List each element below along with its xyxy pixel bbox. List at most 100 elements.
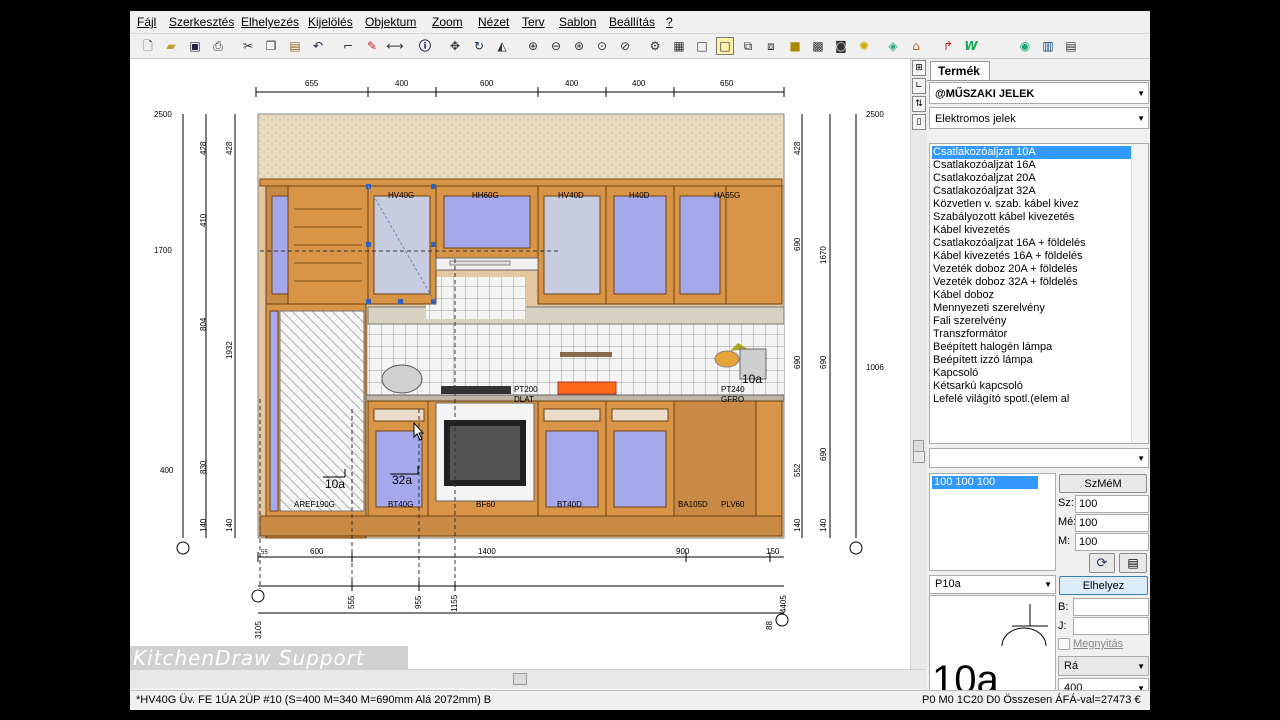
zoom-window-icon[interactable]: ⊛ bbox=[570, 37, 588, 55]
zoom-in-icon[interactable]: ⊕ bbox=[524, 37, 542, 55]
plan-view-icon[interactable]: □ bbox=[693, 37, 711, 55]
b-input[interactable] bbox=[1073, 598, 1149, 616]
product-list[interactable]: Csatlakozóaljzat 10A Csatlakozóaljzat 16A… bbox=[929, 143, 1149, 444]
height-input[interactable]: 100 bbox=[1075, 533, 1149, 551]
subcategory-dropdown[interactable]: Elektromos jelek ▼ bbox=[929, 107, 1149, 129]
socket-symbol-10a[interactable]: 10a bbox=[325, 477, 345, 491]
product-list-item[interactable]: Beépített halogén lámpa bbox=[932, 341, 1052, 354]
info-icon[interactable]: ⓘ bbox=[416, 37, 434, 55]
menu-view[interactable]: Nézet bbox=[478, 15, 509, 29]
vertical-scrollbar[interactable] bbox=[910, 59, 927, 669]
j-input[interactable] bbox=[1073, 617, 1149, 635]
product-list-item[interactable]: Vezeték doboz 20A + földelés bbox=[932, 263, 1078, 276]
settings-icon[interactable]: ⚙ bbox=[646, 37, 664, 55]
product-list-item[interactable]: Szabályozott kábel kivezetés bbox=[932, 211, 1074, 224]
new-file-icon[interactable]: 🗋 bbox=[139, 37, 157, 55]
grid-tool-icon[interactable]: ⊞ bbox=[912, 60, 926, 76]
menu-placement[interactable]: Elhelyezés bbox=[241, 15, 299, 29]
menu-settings[interactable]: Beállítás bbox=[609, 15, 655, 29]
box-icon[interactable]: ⧈ bbox=[762, 37, 780, 55]
product-list-item[interactable]: Csatlakozóaljzat 16A bbox=[932, 159, 1036, 172]
horizontal-scrollbar[interactable] bbox=[130, 669, 926, 688]
rotate-icon[interactable]: ↻ bbox=[470, 37, 488, 55]
product-list-item[interactable]: Transzformátor bbox=[932, 328, 1007, 341]
export-icon[interactable]: ↱ bbox=[939, 37, 957, 55]
mount-dropdown[interactable]: Rá ▼ bbox=[1058, 656, 1149, 676]
zoom-all-icon[interactable]: ⊙ bbox=[593, 37, 611, 55]
drawing-canvas[interactable]: HV40G HH60G HV40D H40D HA65G PT200 DLAT … bbox=[130, 59, 910, 669]
menu-template[interactable]: Sablon bbox=[559, 15, 596, 29]
secondary-dropdown[interactable]: ▼ bbox=[929, 448, 1149, 468]
align-tool-icon[interactable]: ⇅ bbox=[912, 96, 926, 112]
product-list-item[interactable]: Kábel kivezetés bbox=[932, 224, 1010, 237]
product-list-item[interactable]: Mennyezeti szerelvény bbox=[932, 302, 1045, 315]
dimension-icon[interactable]: ⟷ bbox=[386, 37, 404, 55]
category-dropdown[interactable]: @MŰSZAKI JELEK ▼ bbox=[929, 82, 1149, 104]
texture-icon[interactable]: ◈ bbox=[884, 37, 902, 55]
properties-icon[interactable]: ▤ bbox=[1119, 553, 1147, 573]
product-list-item[interactable]: Kábel doboz bbox=[932, 289, 994, 302]
mirror-icon[interactable]: ◭ bbox=[493, 37, 511, 55]
depth-input[interactable]: 100 bbox=[1075, 514, 1149, 532]
list-scrollbar[interactable] bbox=[1131, 144, 1148, 443]
product-list-item[interactable]: Közvetlen v. szab. kábel kivez bbox=[932, 198, 1079, 211]
width-input[interactable]: 100 bbox=[1075, 495, 1149, 513]
open-folder-icon[interactable]: ▰ bbox=[162, 37, 180, 55]
product-list-item[interactable]: Fali szerelvény bbox=[932, 315, 1006, 328]
panel-handle[interactable] bbox=[913, 451, 925, 463]
save-icon[interactable]: ▣ bbox=[186, 37, 204, 55]
elevation-view-icon[interactable]: □ bbox=[716, 37, 734, 55]
frame-icon[interactable]: ▦ bbox=[670, 37, 688, 55]
kitchen-elevation-drawing[interactable]: HV40G HH60G HV40D H40D HA65G PT200 DLAT … bbox=[130, 59, 910, 669]
paint-icon[interactable]: ✎ bbox=[363, 37, 381, 55]
word-icon[interactable]: W bbox=[962, 37, 980, 55]
size-list-item[interactable]: 100 100 100 bbox=[932, 476, 1038, 489]
wireframe-icon[interactable]: ⧉ bbox=[739, 37, 757, 55]
product-list-item[interactable]: Vezeték doboz 32A + földelés bbox=[932, 276, 1078, 289]
product-list-item[interactable]: Beépített izzó lámpa bbox=[932, 354, 1033, 367]
tab-product[interactable]: Termék bbox=[930, 61, 990, 80]
product-list-item[interactable]: Kábel kivezetés 16A + földelés bbox=[932, 250, 1083, 263]
globe-icon[interactable]: ◉ bbox=[1016, 37, 1034, 55]
page-tool-icon[interactable]: ▯ bbox=[912, 114, 926, 130]
product-list-item[interactable]: Csatlakozóaljzat 20A bbox=[932, 172, 1036, 185]
product-list-item[interactable]: Lefelé világító spotl.(elem al bbox=[932, 393, 1069, 406]
menu-edit[interactable]: Szerkesztés bbox=[169, 15, 234, 29]
socket-symbol-10a-right[interactable]: 10a bbox=[742, 372, 762, 386]
product-list-item[interactable]: Csatlakozóaljzat 32A bbox=[932, 185, 1036, 198]
stairs-icon[interactable]: ⌐ bbox=[339, 37, 357, 55]
open-checkbox[interactable] bbox=[1058, 638, 1070, 650]
menu-plan[interactable]: Terv bbox=[522, 15, 545, 29]
product-list-item[interactable]: Csatlakozóaljzat 16A + földelés bbox=[932, 237, 1086, 250]
cut-icon[interactable]: ✂ bbox=[239, 37, 257, 55]
place-button[interactable]: Elhelyez bbox=[1059, 576, 1148, 595]
code-dropdown[interactable]: P10a ▼ bbox=[929, 575, 1056, 594]
horizontal-scroll-thumb[interactable] bbox=[513, 673, 527, 685]
camera-icon[interactable]: ◙ bbox=[832, 37, 850, 55]
product-list-item[interactable]: Csatlakozóaljzat 10A bbox=[932, 146, 1132, 159]
zoom-previous-icon[interactable]: ⊘ bbox=[616, 37, 634, 55]
render-icon[interactable]: ▩ bbox=[809, 37, 827, 55]
menu-object[interactable]: Objektum bbox=[365, 15, 416, 29]
print-icon[interactable]: ⎙ bbox=[209, 37, 227, 55]
copy-icon[interactable]: ❐ bbox=[262, 37, 280, 55]
refresh-icon[interactable]: ⟳ bbox=[1089, 553, 1115, 573]
catalog-icon[interactable]: ▥ bbox=[1039, 37, 1057, 55]
light-icon[interactable]: ✺ bbox=[855, 37, 873, 55]
product-list-item[interactable]: Kétsarkú kapcsoló bbox=[932, 380, 1023, 393]
menu-file[interactable]: Fájl bbox=[137, 15, 156, 29]
calculator-icon[interactable]: ▤ bbox=[1062, 37, 1080, 55]
menu-selection[interactable]: Kijelölés bbox=[308, 15, 353, 29]
paste-icon[interactable]: ▤ bbox=[286, 37, 304, 55]
zoom-out-icon[interactable]: ⊖ bbox=[547, 37, 565, 55]
move-icon[interactable]: ✥ bbox=[446, 37, 464, 55]
szmem-button[interactable]: SzMéM bbox=[1059, 474, 1147, 493]
corner-tool-icon[interactable]: ∟ bbox=[912, 78, 926, 94]
undo-icon[interactable]: ↶ bbox=[309, 37, 327, 55]
socket-symbol-32a[interactable]: 32a bbox=[392, 473, 412, 487]
menu-zoom[interactable]: Zoom bbox=[432, 15, 463, 29]
furniture-icon[interactable]: ⌂ bbox=[907, 37, 925, 55]
product-list-item[interactable]: Kapcsoló bbox=[932, 367, 978, 380]
size-list[interactable]: 100 100 100 bbox=[929, 473, 1056, 571]
menu-help[interactable]: ? bbox=[666, 15, 673, 29]
